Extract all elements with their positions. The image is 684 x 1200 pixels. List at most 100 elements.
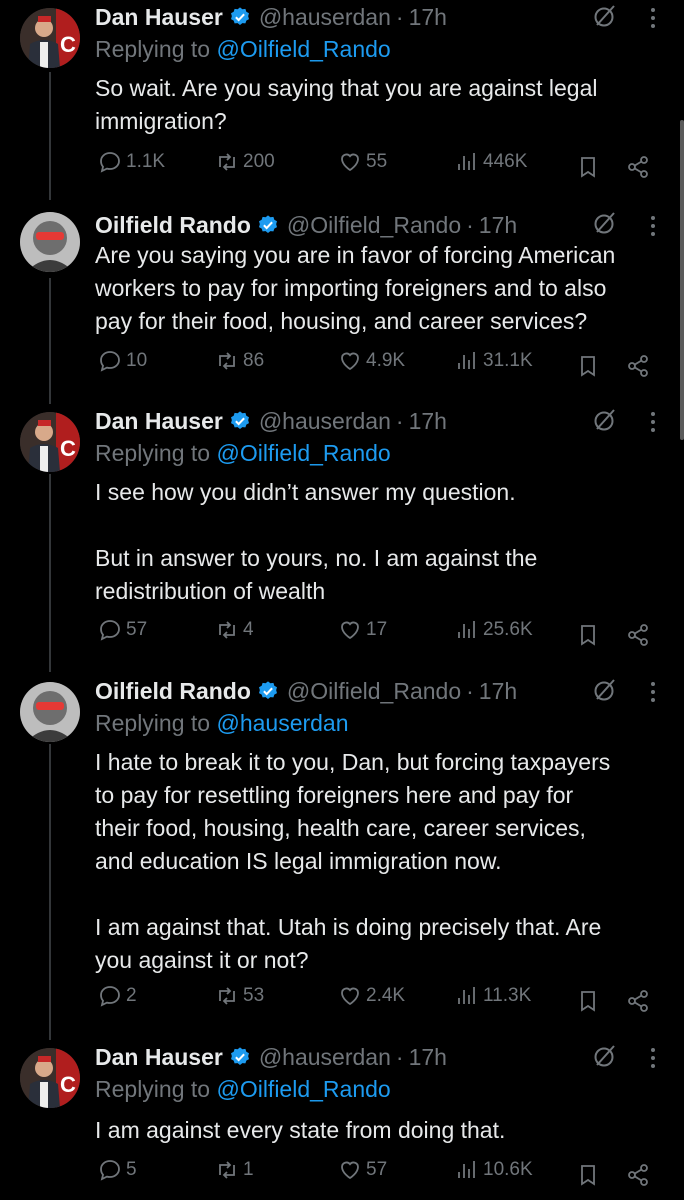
mention-link[interactable]: @Oilfield_Rando [216,440,390,466]
tweet-text: Are you saying you are in favor of forci… [95,242,616,334]
replying-to: Replying to @Oilfield_Rando [95,440,391,467]
view-count: 10.6K [483,1159,533,1180]
retweet-icon [219,621,235,639]
reply-count: 5 [126,1159,137,1180]
share-icon[interactable] [626,623,650,647]
share-icon[interactable] [626,155,650,179]
reply-button[interactable]: 1.1K [98,150,165,174]
retweet-button[interactable]: 200 [215,150,275,174]
views-button[interactable]: 10.6K [455,1158,533,1182]
thread-line [49,278,51,404]
scrollbar[interactable] [680,120,684,440]
reply-button[interactable]: 10 [98,349,147,373]
like-button[interactable]: 57 [338,1158,387,1182]
timestamp[interactable]: 17h [409,1044,447,1071]
tweet-header: Oilfield Rando @Oilfield_Rando · 17h [95,674,517,708]
grok-icon[interactable] [592,677,618,703]
tweet-actions: 1.1K 200 55 446K [0,150,684,184]
views-button[interactable]: 25.6K [455,618,533,642]
share-icon[interactable] [626,989,650,1013]
view-count: 31.1K [483,350,533,371]
retweet-button[interactable]: 1 [215,1158,254,1182]
heart-icon [341,987,359,1006]
mention-link[interactable]: @Oilfield_Rando [216,36,390,62]
heart-icon [341,621,359,640]
bookmark-icon[interactable] [576,1163,600,1187]
more-options-icon[interactable] [646,6,660,30]
reply-icon [100,1160,120,1181]
reply-button[interactable]: 2 [98,984,137,1008]
bookmark-icon[interactable] [576,989,600,1013]
verified-badge-icon [258,215,277,233]
display-name[interactable]: Dan Hauser [95,1044,223,1071]
mention-link[interactable]: @Oilfield_Rando [216,1076,390,1102]
handle[interactable]: @Oilfield_Rando [287,212,461,239]
avatar[interactable]: C [20,412,80,472]
svg-text:C: C [60,32,76,57]
verified-badge-icon [230,7,249,25]
replying-prefix: Replying to [95,440,217,466]
tweet-actions: 2 53 2.4K 11.3K [0,984,684,1018]
grok-icon[interactable] [592,1043,618,1069]
reply-button[interactable]: 5 [98,1158,137,1182]
display-name[interactable]: Dan Hauser [95,408,223,435]
like-count: 57 [366,1159,388,1180]
views-button[interactable]: 11.3K [455,984,531,1008]
display-name[interactable]: Dan Hauser [95,4,223,31]
retweet-icon [219,1161,235,1179]
grok-icon[interactable] [592,3,618,29]
handle[interactable]: @hauserdan [259,4,391,31]
reply-button[interactable]: 57 [98,618,147,642]
bookmark-icon[interactable] [576,623,600,647]
reply-icon [100,351,120,372]
heart-icon [341,352,359,371]
more-options-icon[interactable] [646,680,660,704]
verified-badge-icon [230,1047,249,1065]
bookmark-icon[interactable] [576,155,600,179]
like-button[interactable]: 17 [338,618,387,642]
like-button[interactable]: 55 [338,150,387,174]
timestamp[interactable]: 17h [409,4,447,31]
display-name[interactable]: Oilfield Rando [95,212,251,239]
grok-icon[interactable] [592,210,618,236]
mention-link[interactable]: @hauserdan [216,710,348,736]
like-button[interactable]: 4.9K [338,349,405,373]
more-options-icon[interactable] [646,214,660,238]
handle[interactable]: @Oilfield_Rando [287,678,461,705]
views-icon [458,352,475,369]
replying-to: Replying to @Oilfield_Rando [95,1076,391,1103]
retweet-button[interactable]: 4 [215,618,254,642]
share-icon[interactable] [626,354,650,378]
avatar[interactable]: C [20,1048,80,1108]
handle[interactable]: @hauserdan [259,1044,391,1071]
views-icon [458,621,475,638]
dan-avatar-image: C [20,8,80,68]
avatar[interactable] [20,212,80,272]
views-button[interactable]: 446K [455,150,527,174]
views-button[interactable]: 31.1K [455,349,533,373]
retweet-button[interactable]: 53 [215,984,264,1008]
separator: · [395,407,404,434]
timestamp[interactable]: 17h [479,212,517,239]
timestamp[interactable]: 17h [479,678,517,705]
like-count: 17 [366,619,388,640]
more-options-icon[interactable] [646,1046,660,1070]
reply-icon [100,620,120,641]
more-options-icon[interactable] [646,410,660,434]
heart-icon [341,1161,359,1180]
grok-icon[interactable] [592,407,618,433]
tweet-header: Oilfield Rando @Oilfield_Rando · 17h [95,208,517,242]
display-name[interactable]: Oilfield Rando [95,678,251,705]
avatar[interactable] [20,682,80,742]
handle[interactable]: @hauserdan [259,408,391,435]
svg-text:C: C [60,436,76,461]
verified-badge-icon [230,411,249,429]
avatar[interactable]: C [20,8,80,68]
bookmark-icon[interactable] [576,354,600,378]
tweet-actions: 5 1 57 10.6K [0,1158,684,1192]
like-button[interactable]: 2.4K [338,984,405,1008]
timestamp[interactable]: 17h [409,408,447,435]
share-icon[interactable] [626,1163,650,1187]
tweet-text: I am against every state from doing that… [95,1117,506,1143]
retweet-button[interactable]: 86 [215,349,264,373]
